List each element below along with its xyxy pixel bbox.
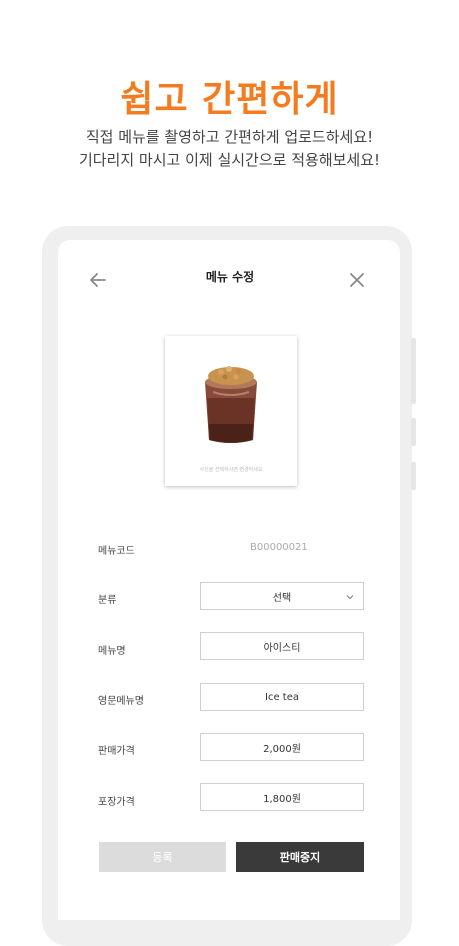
menu-name-value: 아이스티 <box>263 642 301 654</box>
category-label: 분류 <box>98 595 117 606</box>
register-button[interactable]: 등록 <box>99 842 226 872</box>
phone-side-button <box>411 418 416 446</box>
takeout-price-value: 1,800원 <box>263 793 301 805</box>
promo-headline: 쉽고 간편하게 <box>120 79 339 120</box>
stop-sale-button[interactable]: 판매중지 <box>236 842 364 872</box>
chevron-down-icon <box>346 595 354 600</box>
price-label: 판매가격 <box>98 746 135 757</box>
category-select-value: 선택 <box>272 592 292 604</box>
price-value: 2,000원 <box>263 743 301 755</box>
close-icon[interactable] <box>345 268 369 292</box>
takeout-price-input[interactable]: 1,800원 <box>200 783 364 811</box>
menu-name-input[interactable]: 아이스티 <box>200 632 364 660</box>
promo-line-1: 직접 메뉴를 촬영하고 간편하게 업로드하세요! <box>85 128 374 146</box>
menu-code-label: 메뉴코드 <box>98 546 135 557</box>
promo-line-2: 기다리지 마시고 이제 실시간으로 적용해보세요! <box>78 151 381 169</box>
phone-side-button <box>411 338 416 404</box>
screen-title: 메뉴 수정 <box>205 270 255 284</box>
menu-code-value: B00000021 <box>250 542 308 553</box>
english-name-input[interactable]: Ice tea <box>200 683 364 711</box>
english-name-value: Ice tea <box>265 691 299 703</box>
menu-name-label: 메뉴명 <box>98 646 126 657</box>
price-input[interactable]: 2,000원 <box>200 733 364 761</box>
phone-side-button <box>411 462 416 490</box>
menu-photo-card[interactable]: 사진을 선택하시면 변경하세요 <box>165 336 297 486</box>
takeout-price-label: 포장가격 <box>98 797 135 808</box>
back-arrow-icon[interactable] <box>86 268 110 292</box>
category-select[interactable]: 선택 <box>200 582 364 610</box>
iced-chocolate-drink-image <box>205 366 257 443</box>
english-name-label: 영문메뉴명 <box>98 696 144 707</box>
photo-caption: 사진을 선택하시면 변경하세요 <box>199 467 263 473</box>
